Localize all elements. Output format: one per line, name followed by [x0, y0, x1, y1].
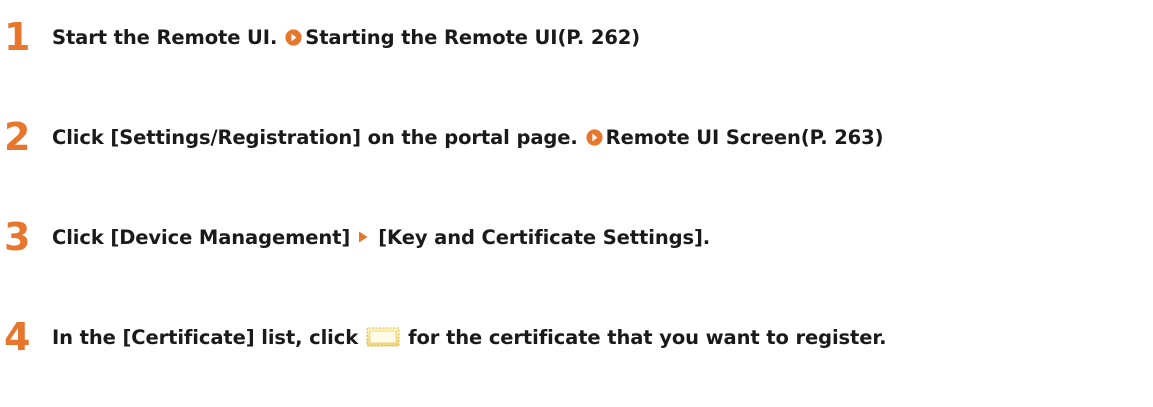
- link-label: Starting the Remote UI(P. 262): [305, 25, 641, 49]
- step-number: 3: [4, 215, 31, 259]
- step-text: Start the Remote UI. Starting the Remote…: [52, 26, 640, 49]
- step-instruction: Start the Remote UI.: [52, 25, 278, 49]
- circle-arrow-icon: [285, 28, 302, 46]
- step-instruction-after: for the certificate that you want to reg…: [408, 325, 887, 349]
- step-text: In the [Certificate] list, click for the…: [52, 325, 887, 349]
- step-1: 1 Start the Remote UI. Starting the Remo…: [0, 18, 640, 56]
- step-text: Click [Device Management] [Key and Certi…: [52, 226, 710, 249]
- certificate-icon: [366, 327, 400, 347]
- step-number: 2: [4, 115, 31, 159]
- link-label: Remote UI Screen(P. 263): [605, 125, 884, 149]
- step-instruction-after: [Key and Certificate Settings].: [378, 225, 711, 249]
- step-text: Click [Settings/Registration] on the por…: [52, 125, 884, 149]
- step-4: 4 In the [Certificate] list, click for t…: [0, 315, 887, 359]
- step-instruction: Click [Settings/Registration] on the por…: [52, 125, 578, 149]
- remote-ui-screen-link[interactable]: Remote UI Screen(P. 263): [578, 126, 884, 149]
- step-instruction-before: In the [Certificate] list, click: [52, 325, 359, 349]
- step-2: 2 Click [Settings/Registration] on the p…: [0, 115, 884, 159]
- triangle-arrow-icon: [359, 231, 368, 243]
- step-3: 3 Click [Device Management] [Key and Cer…: [0, 218, 710, 256]
- step-number: 1: [4, 15, 31, 59]
- starting-remote-ui-link[interactable]: Starting the Remote UI(P. 262): [277, 26, 640, 49]
- step-number: 4: [4, 315, 31, 359]
- circle-arrow-icon: [586, 128, 603, 146]
- step-instruction-before: Click [Device Management]: [52, 225, 351, 249]
